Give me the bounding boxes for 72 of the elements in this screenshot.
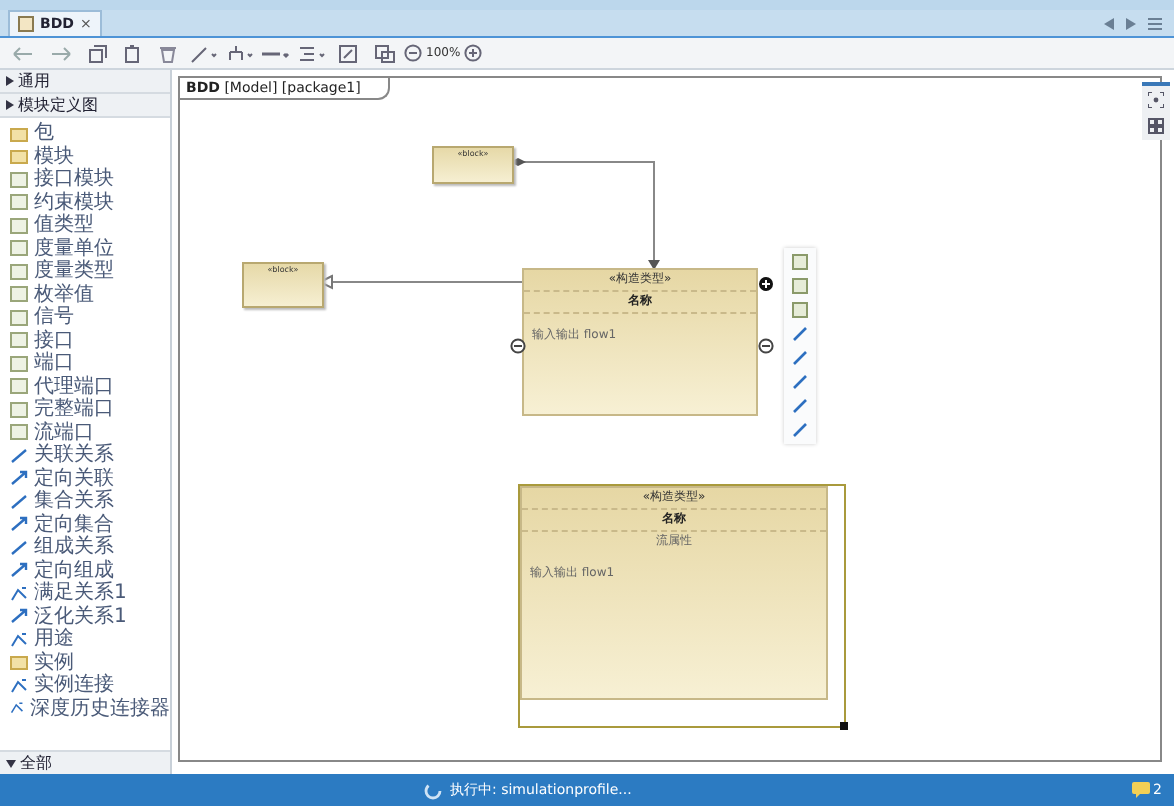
palette-item[interactable]: 满足关系1 — [0, 582, 170, 605]
palette-item[interactable]: 模块 — [0, 145, 170, 168]
palette-item[interactable]: 实例连接 — [0, 674, 170, 697]
box-icon — [10, 378, 28, 395]
caret-icon[interactable] — [6, 759, 16, 767]
palette-item[interactable]: 泛化关系1 — [0, 605, 170, 628]
arrow-icon — [10, 562, 28, 579]
palette-item[interactable]: 组成关系 — [0, 536, 170, 559]
palette-section[interactable]: 全部 — [20, 752, 52, 774]
palette-item[interactable]: 深度历史连接器 — [0, 697, 170, 720]
arrow-icon — [10, 608, 28, 625]
zoom-out-icon[interactable] — [404, 44, 422, 62]
palette-item[interactable]: 用途 — [0, 628, 170, 651]
palette-item[interactable]: 完整端口 — [0, 398, 170, 421]
box-icon — [10, 401, 28, 418]
box-icon — [10, 332, 28, 349]
branch-icon — [10, 700, 24, 717]
line-icon[interactable] — [188, 43, 220, 63]
palette-item[interactable]: 包 — [0, 122, 170, 145]
focus-icon[interactable] — [1148, 92, 1164, 108]
palette-item[interactable]: 信号 — [0, 306, 170, 329]
zoom-in-icon[interactable] — [464, 44, 483, 62]
palette-item[interactable]: 定向关联 — [0, 467, 170, 490]
box-icon — [10, 263, 28, 280]
line-icon — [10, 539, 28, 556]
align-icon[interactable] — [296, 43, 328, 63]
box-icon — [10, 194, 28, 211]
menu-icon[interactable] — [1148, 18, 1162, 30]
minus-icon[interactable] — [758, 338, 774, 354]
palette-item[interactable]: 接口模块 — [0, 168, 170, 191]
line-icon — [10, 493, 28, 510]
branch-icon — [10, 585, 28, 602]
palette-section[interactable]: 通用 — [18, 70, 50, 92]
palette-item[interactable]: 定向集合 — [0, 513, 170, 536]
chat-icon[interactable] — [1131, 782, 1150, 798]
branch-icon — [10, 677, 28, 694]
left-arrow-icon[interactable] — [1104, 18, 1114, 30]
palette-item[interactable]: 定向组成 — [0, 559, 170, 582]
arrow-icon — [10, 470, 28, 487]
tree-icon[interactable] — [224, 43, 256, 63]
folder-icon — [10, 654, 28, 671]
palette-item[interactable]: 枚举值 — [0, 283, 170, 306]
minus-icon[interactable] — [510, 338, 526, 354]
box-icon — [10, 309, 28, 326]
box-icon — [10, 217, 28, 234]
resize-handle[interactable] — [840, 722, 848, 730]
palette-item[interactable]: 约束模块 — [0, 191, 170, 214]
box-icon — [10, 424, 28, 441]
palette-item[interactable]: 值类型 — [0, 214, 170, 237]
palette-item[interactable]: 代理端口 — [0, 375, 170, 398]
box-icon — [10, 240, 28, 257]
palette-item[interactable]: 度量类型 — [0, 260, 170, 283]
add-icon[interactable] — [758, 276, 774, 292]
palette-item[interactable]: 流端口 — [0, 421, 170, 444]
palette-item[interactable]: 接口 — [0, 329, 170, 352]
caret-icon[interactable] — [6, 76, 14, 86]
diagram-icon — [18, 16, 34, 32]
box-icon — [10, 286, 28, 303]
palette-item[interactable]: 实例 — [0, 651, 170, 674]
arrow-icon — [10, 516, 28, 533]
palette-item[interactable]: 度量单位 — [0, 237, 170, 260]
box-icon — [10, 171, 28, 188]
palette-item[interactable]: 端口 — [0, 352, 170, 375]
line-icon — [10, 447, 28, 464]
palette-item[interactable]: 关联关系 — [0, 444, 170, 467]
box-icon — [10, 355, 28, 372]
spinner-icon — [424, 781, 442, 799]
grid-icon[interactable] — [1148, 118, 1164, 134]
right-arrow-icon[interactable] — [1126, 18, 1136, 30]
branch-icon — [10, 631, 28, 648]
palette-item[interactable]: 集合关系 — [0, 490, 170, 513]
caret-icon[interactable] — [6, 100, 14, 110]
